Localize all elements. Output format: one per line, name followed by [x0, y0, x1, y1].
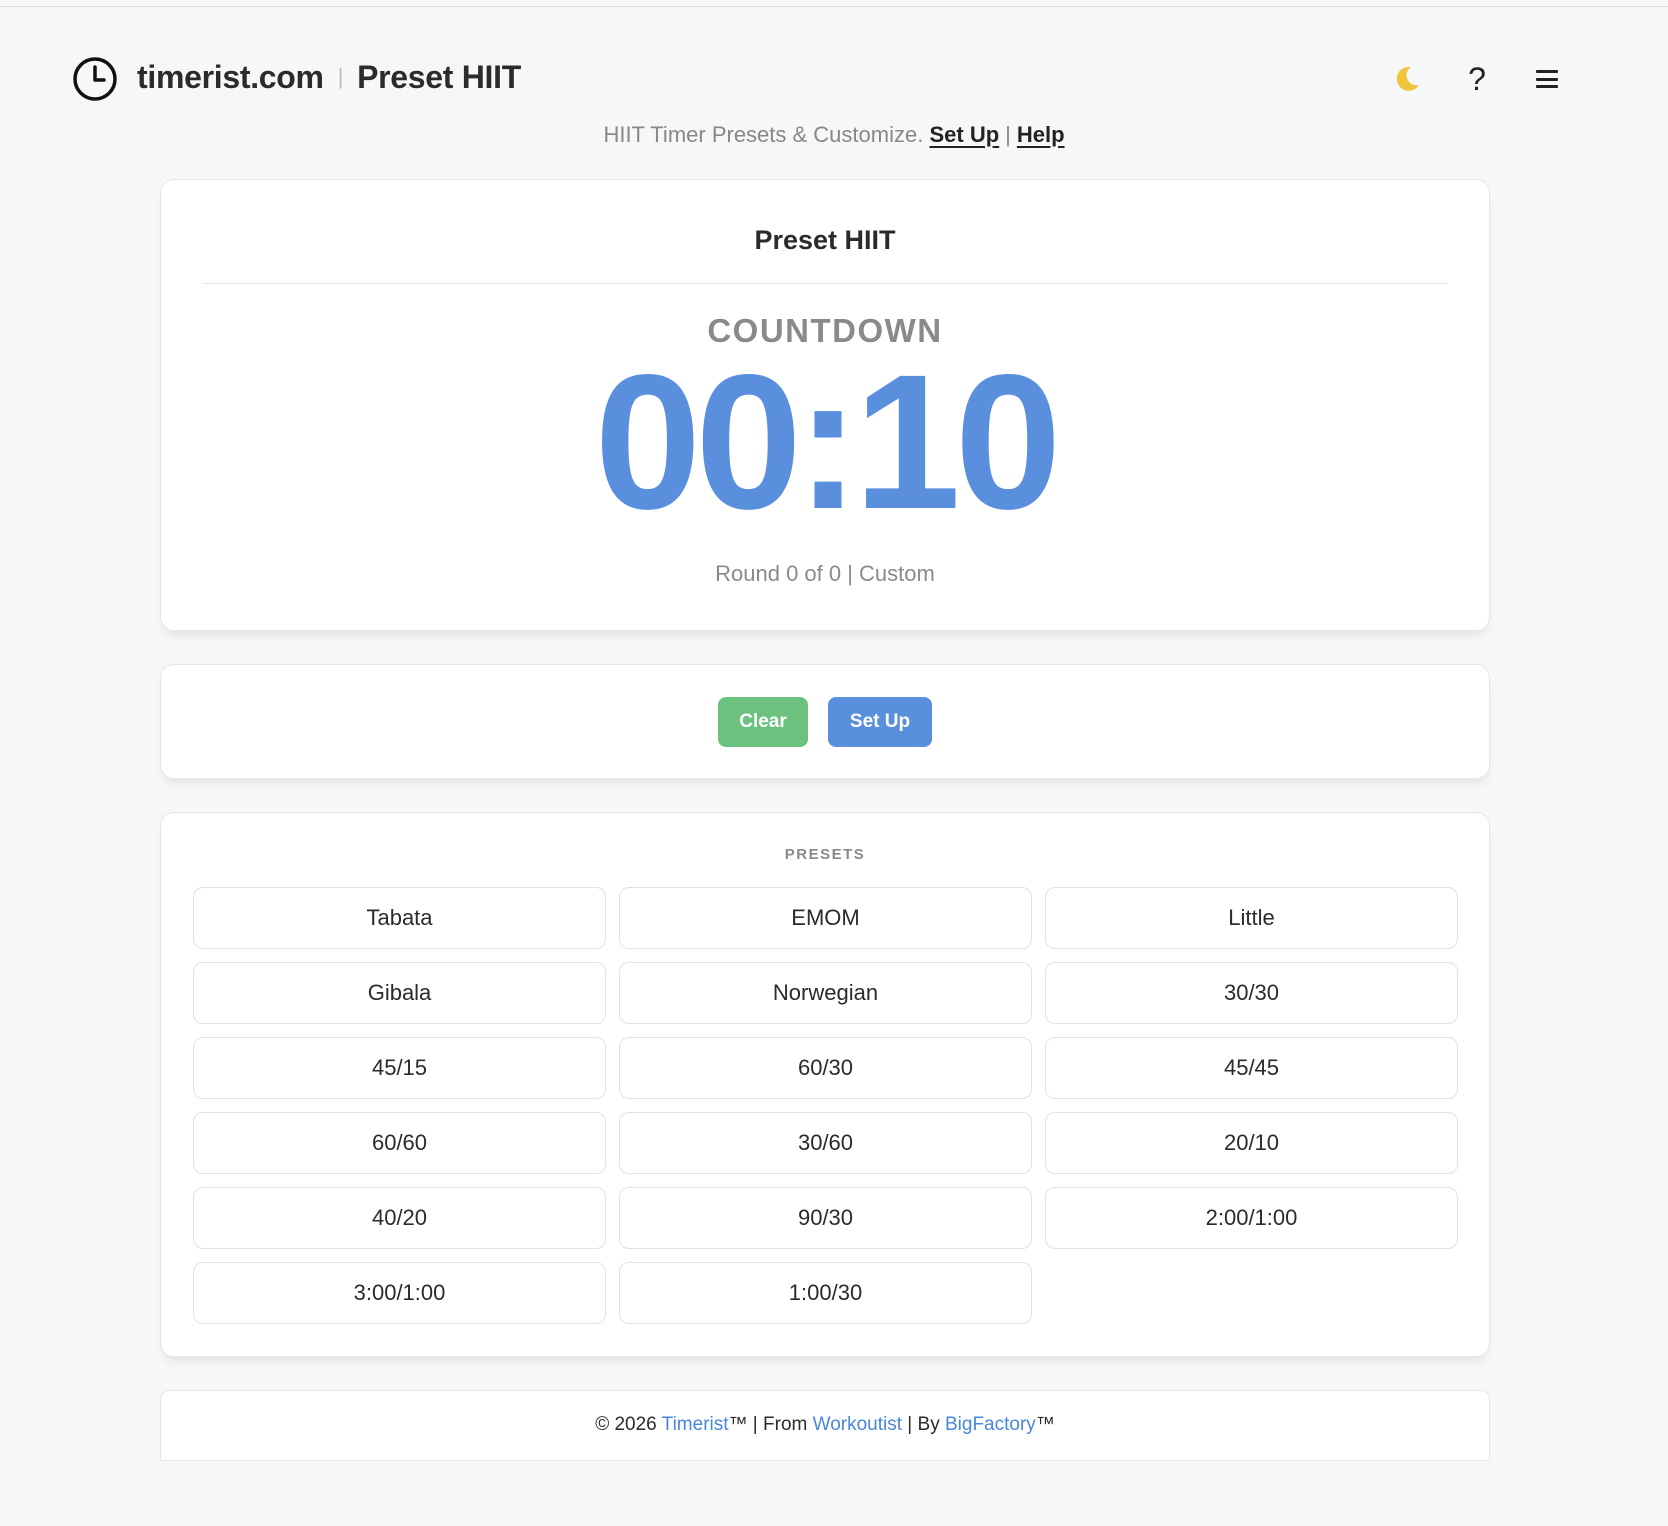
preset-button[interactable]: 3:00/1:00	[193, 1262, 606, 1324]
question-icon: ?	[1468, 60, 1486, 97]
preset-button[interactable]: Little	[1045, 887, 1458, 949]
subtitle-help-link[interactable]: Help	[1017, 122, 1065, 147]
presets-heading: PRESETS	[784, 846, 866, 863]
theme-toggle-button[interactable]	[1382, 56, 1432, 102]
preset-button[interactable]: 60/30	[619, 1037, 1032, 1099]
timerist-link[interactable]: Timerist	[662, 1414, 729, 1435]
preset-button[interactable]: Norwegian	[619, 962, 1032, 1024]
clock-icon[interactable]	[72, 56, 118, 102]
timer-card: Preset HIIT COUNTDOWN 00:10 Round 0 of 0…	[160, 179, 1490, 631]
controls-card: Clear Set Up	[160, 664, 1490, 779]
preset-button[interactable]: 45/45	[1045, 1037, 1458, 1099]
page-title: Preset HIIT	[357, 59, 521, 95]
timer-divider	[202, 283, 1448, 284]
round-info: Round 0 of 0 | Custom	[715, 561, 935, 586]
moon-icon	[1396, 66, 1419, 91]
preset-button[interactable]: EMOM	[619, 887, 1032, 949]
site-name-link[interactable]: timerist.com	[137, 59, 324, 95]
menu-button[interactable]	[1522, 56, 1572, 102]
site-header: timerist.com | Preset HIIT ?	[72, 52, 1572, 110]
footer: © 2026 Timerist™ | From Workoutist | By …	[160, 1390, 1490, 1461]
subtitle-text: HIIT Timer Presets & Customize.	[603, 122, 924, 147]
clear-button[interactable]: Clear	[718, 697, 808, 747]
browser-top-rule	[0, 0, 1668, 7]
preset-button[interactable]: 30/30	[1045, 962, 1458, 1024]
hamburger-menu-icon	[1536, 70, 1558, 88]
preset-grid: Tabata EMOM Little Gibala Norwegian 30/30 45/1…	[193, 887, 1458, 1324]
preset-button[interactable]: 1:00/30	[619, 1262, 1032, 1324]
preset-button[interactable]: 2:00/1:00	[1045, 1187, 1458, 1249]
copyright-text: © 2026	[595, 1414, 662, 1435]
preset-button[interactable]: 45/15	[193, 1037, 606, 1099]
time-display: 00:10	[594, 334, 1061, 549]
presets-card: PRESETS Tabata EMOM Little Gibala Norwegian 3…	[160, 812, 1490, 1357]
page-subtitle: HIIT Timer Presets & Customize. Set Up | H…	[0, 122, 1668, 148]
preset-button[interactable]: 90/30	[619, 1187, 1032, 1249]
footer-text-3: ™	[1035, 1414, 1055, 1435]
help-button[interactable]: ?	[1452, 56, 1502, 102]
control-buttons: Clear Set Up	[161, 697, 1489, 747]
preset-button[interactable]: 60/60	[193, 1112, 606, 1174]
subtitle-setup-link[interactable]: Set Up	[929, 122, 999, 147]
preset-button[interactable]: 40/20	[193, 1187, 606, 1249]
preset-button[interactable]: 30/60	[619, 1112, 1032, 1174]
preset-button[interactable]: Gibala	[193, 962, 606, 1024]
footer-text-1: ™ | From	[728, 1414, 813, 1435]
header-actions: ?	[1362, 56, 1572, 102]
preset-button[interactable]: Tabata	[193, 887, 606, 949]
brand-separator: |	[337, 64, 344, 89]
workoutist-link[interactable]: Workoutist	[813, 1414, 902, 1435]
setup-button[interactable]: Set Up	[828, 697, 932, 747]
footer-text: © 2026 Timerist™ | From Workoutist | By …	[161, 1414, 1489, 1436]
timer-title: Preset HIIT	[754, 225, 896, 255]
brand-title: timerist.com | Preset HIIT	[137, 59, 521, 96]
preset-button[interactable]: 20/10	[1045, 1112, 1458, 1174]
bigfactory-link[interactable]: BigFactory	[945, 1414, 1036, 1435]
footer-text-2: | By	[902, 1414, 945, 1435]
subtitle-separator: |	[1005, 122, 1011, 147]
